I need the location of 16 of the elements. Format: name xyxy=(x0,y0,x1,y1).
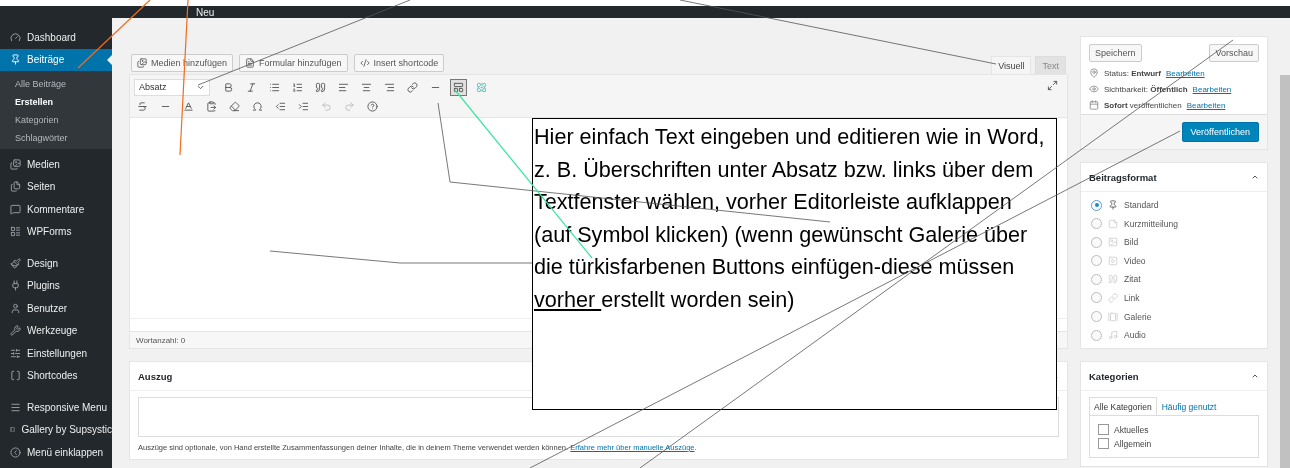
format-label: Audio xyxy=(1124,330,1146,341)
status-text: Sofort veröffentlichen xyxy=(1104,100,1182,110)
format-label: Standard xyxy=(1124,200,1159,210)
category-label: Aktuelles xyxy=(1114,424,1149,435)
panel-title: Auszug xyxy=(138,370,173,382)
format-label: Zitat xyxy=(1124,274,1141,285)
format-label: Link xyxy=(1124,292,1140,303)
status-text: Status: Entwurf xyxy=(1104,68,1161,78)
panel-title: Kategorien xyxy=(1089,370,1139,382)
format-label: Bild xyxy=(1124,237,1139,248)
panel-title: Beitragsformat xyxy=(1089,171,1157,183)
category-label: Allgemein xyxy=(1114,438,1152,449)
format-label: Galerie xyxy=(1124,311,1152,322)
format-label: Video xyxy=(1124,255,1146,266)
format-label: Kurzmitteilung xyxy=(1124,218,1178,229)
status-text: Sichtbarkeit: Öffentlich xyxy=(1104,84,1188,94)
